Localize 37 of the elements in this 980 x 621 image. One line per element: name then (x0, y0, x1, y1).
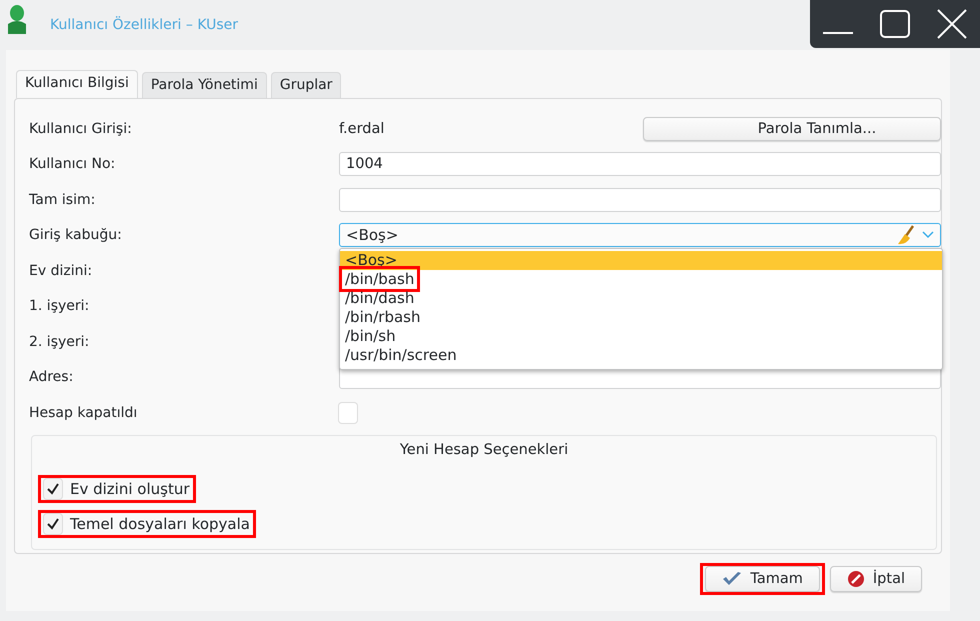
close-icon[interactable] (934, 9, 969, 39)
checkmark-icon (722, 571, 742, 587)
checkbox-label: Ev dizini oluştur (70, 480, 190, 498)
shell-combo-box[interactable]: <Boş> (339, 223, 941, 248)
field-label: Hesap kapatıldı (29, 404, 138, 421)
tab[interactable]: Gruplar (270, 72, 342, 98)
field-label: Adres: (29, 369, 74, 386)
checkbox-label: Temel dosyaları kopyala (70, 515, 250, 533)
input-field[interactable] (339, 188, 941, 212)
tab[interactable]: Kullanıcı Bilgisi (16, 70, 138, 98)
field-label: Giriş kabuğu: (29, 227, 123, 244)
field-label: Tam isim: (29, 192, 96, 208)
set-password-button[interactable]: Parola Tanımla... (643, 116, 941, 141)
window-title: Kullanıcı Özellikleri – KUser (50, 17, 238, 33)
dropdown-option[interactable]: /bin/sh (340, 326, 942, 346)
dropdown-option[interactable]: /bin/dash (340, 288, 942, 308)
input-field[interactable]: 1004 (339, 152, 941, 176)
field-label: Kullanıcı No: (29, 156, 116, 172)
field-label: 1. işyeri: (29, 298, 90, 314)
checkbox[interactable] (44, 514, 62, 534)
broom-icon[interactable] (896, 225, 916, 246)
dropdown-option[interactable]: <Boş> (340, 250, 942, 270)
cancel-icon (846, 570, 865, 588)
field-label: Kullanıcı Girişi: (29, 120, 133, 137)
user-icon (8, 4, 26, 34)
cancel-button[interactable]: İptal (830, 566, 922, 592)
group-title: Yeni Hesap Seçenekleri (398, 442, 570, 458)
field-value: f.erdal (339, 120, 384, 137)
checkbox[interactable] (339, 402, 357, 423)
dropdown-option[interactable]: /bin/rbash (340, 308, 942, 326)
dropdown-option[interactable]: /bin/bash (340, 270, 942, 288)
checkbox[interactable] (44, 479, 62, 499)
dropdown-option[interactable]: /usr/bin/screen (340, 346, 942, 364)
field-label: Ev dizini: (29, 262, 94, 279)
maximize-icon[interactable] (878, 9, 912, 39)
tab[interactable]: Parola Yönetimi (142, 72, 267, 98)
field-label: 2. işyeri: (29, 334, 90, 350)
